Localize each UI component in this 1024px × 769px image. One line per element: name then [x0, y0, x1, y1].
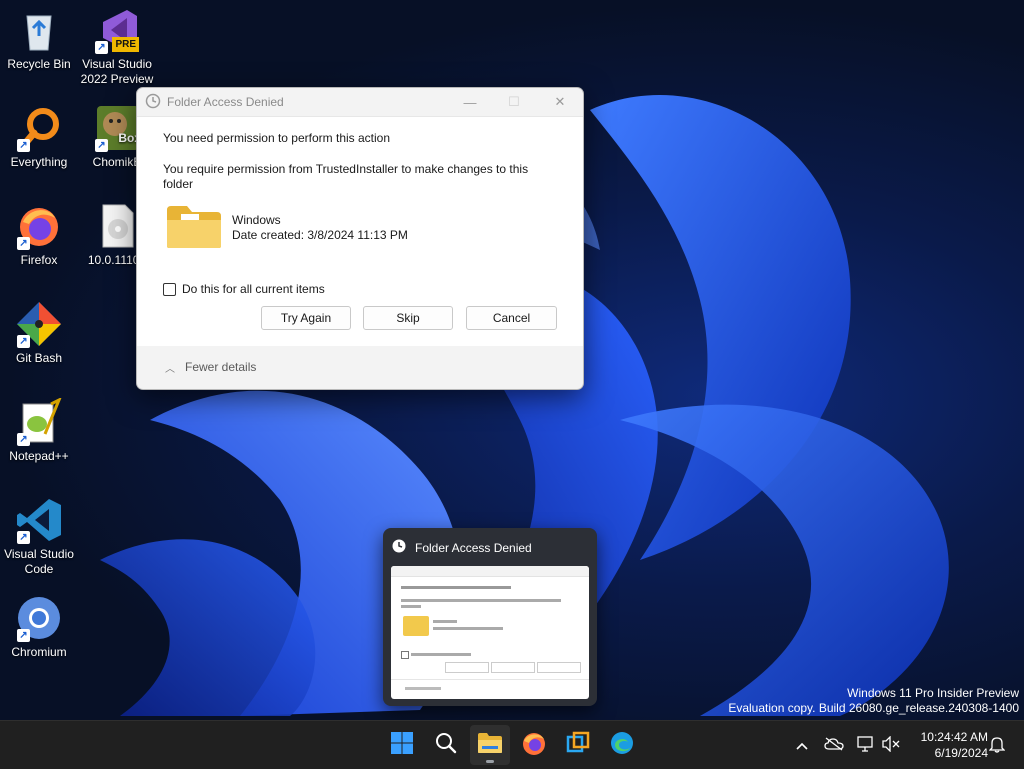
cancel-button[interactable]: Cancel [466, 306, 557, 330]
edge-icon [609, 730, 635, 761]
volume-muted-icon [882, 734, 900, 755]
firefox-icon: ↗ [15, 202, 63, 250]
close-icon: ✕ [554, 94, 566, 109]
item-name: Windows [232, 213, 281, 227]
shortcut-arrow-icon: ↗ [17, 335, 30, 348]
clock-date: 6/19/2024 [934, 746, 988, 760]
search-button[interactable] [426, 725, 466, 765]
start-button[interactable] [382, 725, 422, 765]
desktop-icon-vscode[interactable]: ↗ Visual Studio Code [0, 496, 78, 577]
notepad-plus-plus-icon: ↗ [15, 396, 63, 446]
dialog-body: You need permission to perform this acti… [137, 116, 583, 346]
clock-time: 10:24:42 AM [920, 730, 988, 744]
item-date-created: Date created: 3/8/2024 11:13 PM [232, 228, 408, 242]
maximize-button: ☐ [491, 88, 537, 116]
taskbar-file-explorer[interactable] [470, 725, 510, 765]
file-operation-icon [145, 93, 161, 112]
shortcut-arrow-icon: ↗ [95, 139, 108, 152]
desktop-icon-chromium[interactable]: ↗ Chromium [0, 594, 78, 660]
chevron-up-icon: ︿ [165, 363, 175, 375]
shortcut-arrow-icon: ↗ [95, 41, 108, 54]
maximize-icon: ☐ [508, 94, 520, 109]
close-button[interactable]: ✕ [537, 88, 583, 116]
show-hidden-icons-button[interactable] [790, 721, 814, 769]
search-icon [434, 731, 458, 760]
shortcut-arrow-icon: ↗ [17, 139, 30, 152]
preview-badge: PRE [112, 37, 139, 52]
dialog-detail: You require permission from TrustedInsta… [163, 162, 529, 191]
desktop-icon-label: Recycle Bin [7, 57, 71, 71]
firefox-icon [521, 730, 547, 761]
visual-studio-preview-icon: PRE ↗ [93, 6, 141, 54]
thumbnail-window-preview [391, 566, 589, 699]
volume-tray[interactable] [880, 721, 902, 769]
desktop-icon-label: Git Bash [15, 351, 63, 365]
thumbnail-header: Folder Access Denied [391, 538, 532, 557]
vscode-icon: ↗ [15, 496, 63, 544]
dialog-title: Folder Access Denied [167, 95, 284, 109]
shortcut-arrow-icon: ↗ [17, 433, 30, 446]
taskbar-thumbnail-preview[interactable]: Folder Access Denied [383, 528, 597, 706]
desktop-icon-label: Firefox [20, 253, 58, 267]
dialog-message: You need permission to perform this acti… [163, 131, 391, 145]
virtualbox-icon [565, 730, 591, 761]
desktop-icon-label: Chromium [11, 645, 67, 659]
skip-button[interactable]: Skip [363, 306, 453, 330]
desktop-icon-label: Everything [10, 155, 68, 169]
checkbox-box[interactable] [163, 282, 176, 296]
minimize-icon: — [463, 94, 477, 110]
file-explorer-icon [477, 731, 503, 760]
chomikbox-icon: Box ↗ [93, 104, 141, 152]
desktop-icon-git-bash[interactable]: ↗ Git Bash [0, 300, 78, 366]
desktop-icon-visual-studio-preview[interactable]: PRE ↗ Visual Studio 2022 Preview [78, 6, 156, 87]
fewer-details-label: Fewer details [185, 360, 257, 374]
chromium-icon: ↗ [15, 594, 63, 642]
everything-search-icon: ↗ [15, 104, 63, 152]
taskbar-edge[interactable] [602, 725, 642, 765]
try-again-button[interactable]: Try Again [261, 306, 351, 330]
fewer-details-toggle[interactable]: ︿ Fewer details [137, 346, 583, 388]
apply-to-all-checkbox[interactable]: Do this for all current items [163, 282, 325, 296]
desktop-icon-everything[interactable]: ↗ Everything [0, 104, 78, 170]
recycle-bin-icon [15, 6, 63, 54]
checkbox-label: Do this for all current items [182, 282, 325, 296]
desktop-icon-label: Visual Studio 2022 Preview [80, 57, 154, 86]
desktop-icon-firefox[interactable]: ↗ Firefox [0, 202, 78, 268]
notifications-button[interactable] [986, 721, 1008, 769]
network-tray[interactable] [854, 721, 878, 769]
chevron-up-icon [796, 738, 808, 753]
evaluation-watermark: Windows 11 Pro Insider Preview Evaluatio… [728, 686, 1019, 716]
taskbar-virtualbox[interactable] [558, 725, 598, 765]
onedrive-tray[interactable] [822, 721, 846, 769]
cloud-offline-icon [824, 736, 844, 754]
taskbar: 10:24:42 AM 6/19/2024 [0, 720, 1024, 769]
desktop-icon-label: Visual Studio Code [4, 547, 74, 576]
windows-start-icon [390, 731, 414, 760]
shortcut-arrow-icon: ↗ [17, 629, 30, 642]
shortcut-arrow-icon: ↗ [17, 237, 30, 250]
desktop-icon-notepad-plus-plus[interactable]: ↗ Notepad++ [0, 396, 78, 464]
taskbar-clock[interactable]: 10:24:42 AM 6/19/2024 [906, 729, 988, 761]
git-bash-icon: ↗ [15, 300, 63, 348]
network-icon [857, 735, 875, 755]
taskbar-firefox[interactable] [514, 725, 554, 765]
file-operation-icon [391, 538, 407, 557]
desktop-icon-recycle-bin[interactable]: Recycle Bin [0, 6, 78, 72]
folder-access-denied-dialog: Folder Access Denied — ☐ ✕ You need perm… [136, 87, 584, 390]
running-indicator [486, 760, 494, 763]
disc-image-file-icon [93, 202, 141, 250]
shortcut-arrow-icon: ↗ [17, 531, 30, 544]
folder-icon [165, 204, 223, 250]
watermark-line-2: Evaluation copy. Build 26080.ge_release.… [728, 701, 1019, 715]
watermark-line-1: Windows 11 Pro Insider Preview [847, 686, 1019, 700]
minimize-button[interactable]: — [447, 88, 493, 116]
bell-icon [988, 735, 1006, 756]
thumbnail-title: Folder Access Denied [415, 540, 532, 555]
desktop-icon-label: Notepad++ [9, 449, 69, 463]
